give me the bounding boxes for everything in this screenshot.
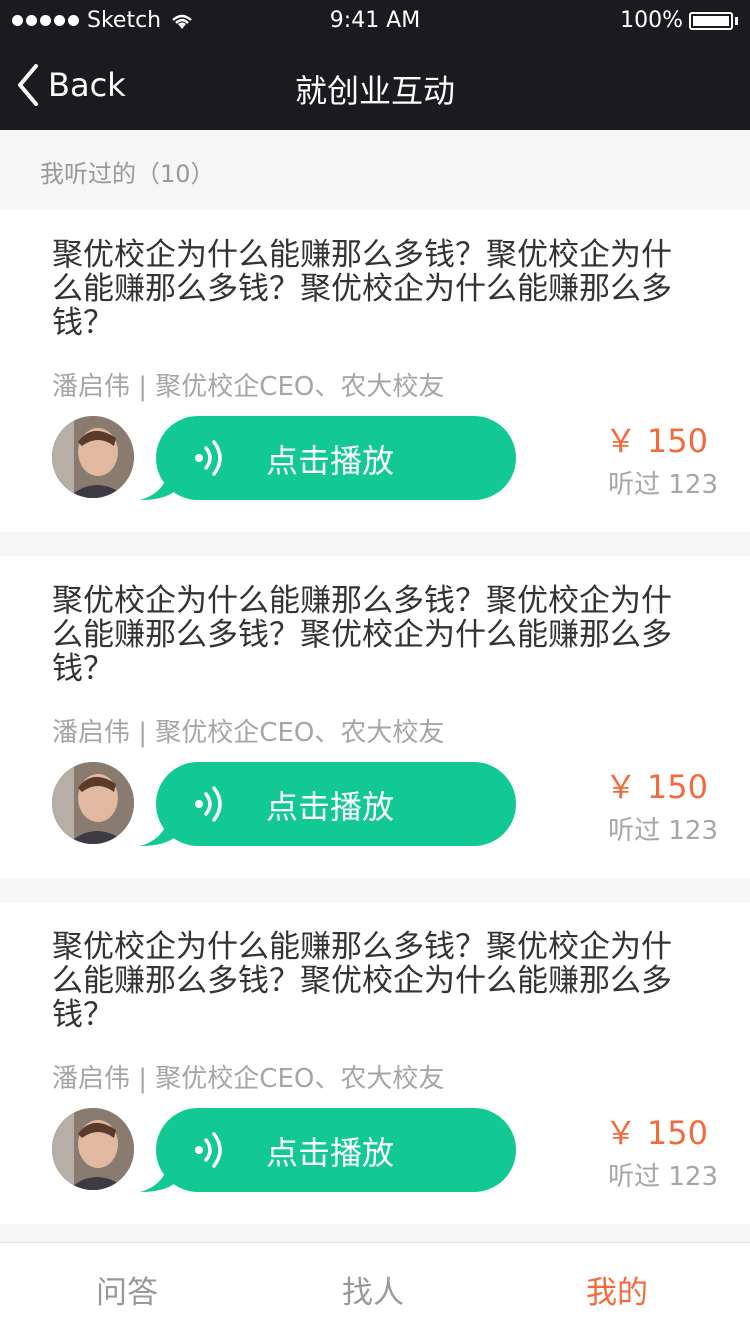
play-label: 点击播放 (266, 788, 395, 826)
avatar[interactable] (52, 762, 134, 844)
question-author: 潘启伟 | 聚优校企CEO、农大校友 (52, 718, 445, 748)
nav-bar: Back 就创业互动 (0, 44, 750, 130)
question-card[interactable]: 聚优校企为什么能赚那么多钱？聚优校企为什么能赚那么多钱？聚优校企为什么能赚那么多… (0, 556, 750, 878)
battery-icon (689, 11, 733, 30)
price: ￥ 150 (604, 422, 708, 460)
question-title[interactable]: 聚优校企为什么能赚那么多钱？聚优校企为什么能赚那么多钱？聚优校企为什么能赚那么多… (52, 930, 692, 1032)
sound-wave-icon (195, 1132, 222, 1168)
question-author: 潘启伟 | 聚优校企CEO、农大校友 (52, 1064, 445, 1094)
section-header-label: 我听过的（10） (40, 160, 215, 188)
listen-count: 听过 123 (608, 1162, 718, 1192)
tab-mine[interactable]: 我的 (586, 1267, 648, 1312)
play-button[interactable]: 点击播放 (140, 762, 516, 846)
battery-group: 100% (620, 8, 738, 33)
listen-count: 听过 123 (608, 816, 718, 846)
sound-wave-icon (195, 786, 222, 822)
play-label: 点击播放 (266, 442, 395, 480)
question-title[interactable]: 聚优校企为什么能赚那么多钱？聚优校企为什么能赚那么多钱？聚优校企为什么能赚那么多… (52, 238, 692, 340)
question-card[interactable]: 聚优校企为什么能赚那么多钱？聚优校企为什么能赚那么多钱？聚优校企为什么能赚那么多… (0, 210, 750, 532)
status-bar: Sketch 9:41 AM 100% (0, 0, 750, 44)
play-button[interactable]: 点击播放 (140, 416, 516, 500)
play-label: 点击播放 (266, 1134, 395, 1172)
price: ￥ 150 (604, 1114, 708, 1152)
tab-find-people[interactable]: 找人 (342, 1267, 404, 1312)
tab-bar: 问答 找人 我的 (0, 1242, 750, 1335)
battery-percent: 100% (620, 8, 683, 33)
play-button[interactable]: 点击播放 (140, 1108, 516, 1192)
question-card[interactable]: 聚优校企为什么能赚那么多钱？聚优校企为什么能赚那么多钱？聚优校企为什么能赚那么多… (0, 902, 750, 1224)
avatar[interactable] (52, 416, 134, 498)
avatar[interactable] (52, 1108, 134, 1190)
sound-wave-icon (195, 440, 222, 476)
price: ￥ 150 (604, 768, 708, 806)
tab-qa[interactable]: 问答 (96, 1267, 158, 1312)
listen-count: 听过 123 (608, 470, 718, 500)
page-title: 就创业互动 (294, 72, 455, 110)
question-author: 潘启伟 | 聚优校企CEO、农大校友 (52, 372, 445, 402)
section-header: 我听过的（10） (0, 130, 750, 210)
question-title[interactable]: 聚优校企为什么能赚那么多钱？聚优校企为什么能赚那么多钱？聚优校企为什么能赚那么多… (52, 584, 692, 686)
